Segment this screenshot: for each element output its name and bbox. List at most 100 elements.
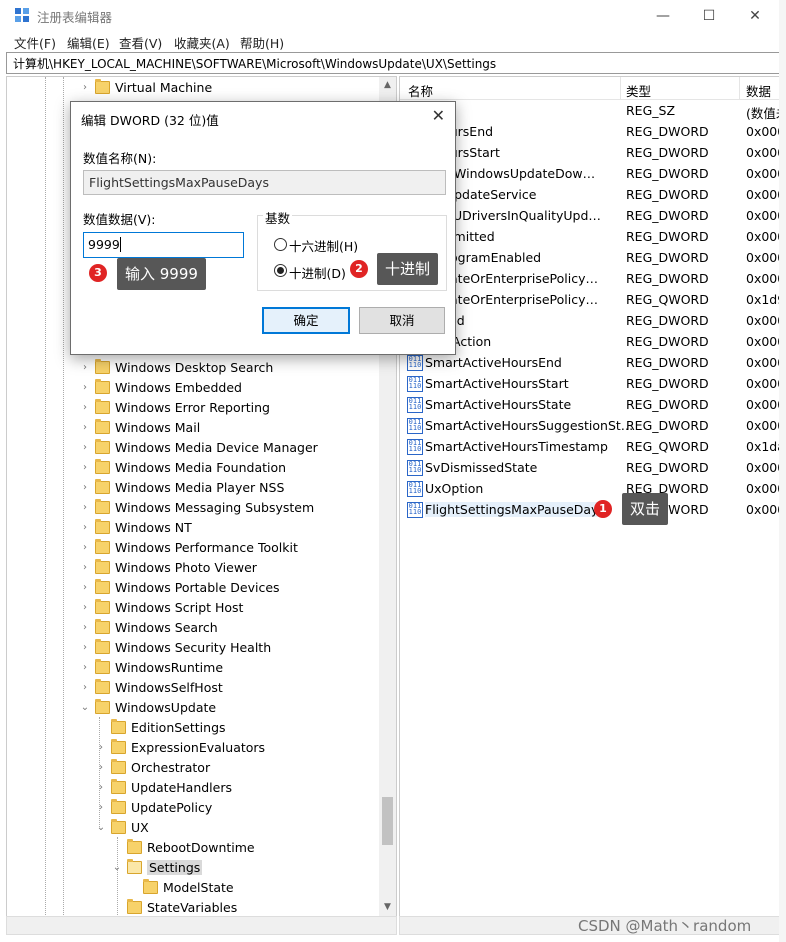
value-data-text[interactable]: 9999 <box>88 237 120 252</box>
tree-item[interactable]: ⌄ Settings <box>111 857 203 877</box>
tree-item-label[interactable]: Virtual Machine <box>115 80 212 95</box>
value-name[interactable]: SvDismissedState <box>425 460 537 475</box>
menu-file[interactable]: 文件(F) <box>14 33 56 52</box>
tree-item-label[interactable]: UpdatePolicy <box>131 800 212 815</box>
chevron-right-icon[interactable]: › <box>79 442 91 453</box>
chevron-right-icon[interactable]: › <box>79 422 91 433</box>
value-row[interactable]: 011 110 SmartActiveHoursTimestamp REG_QWOR… <box>400 436 779 457</box>
chevron-right-icon[interactable]: › <box>95 762 107 773</box>
chevron-right-icon[interactable]: › <box>79 402 91 413</box>
tree-item-label[interactable]: UX <box>131 820 149 835</box>
value-row[interactable]: 011 110SvDismissedState REG_DWORD 0x000 <box>400 457 779 478</box>
value-row[interactable]: 011 110AutoWindowsUpdateDow…REG_DWORD0x0… <box>400 163 779 184</box>
chevron-right-icon[interactable]: › <box>79 522 91 533</box>
tree-item[interactable]: StateVariables <box>111 897 237 917</box>
chevron-right-icon[interactable]: › <box>79 602 91 613</box>
tree-item-label[interactable]: Windows Messaging Subsystem <box>115 500 314 515</box>
tree-item[interactable]: › Orchestrator <box>95 757 210 777</box>
tree-item-label[interactable]: Windows Desktop Search <box>115 360 273 375</box>
value-name[interactable]: UxOption <box>425 481 483 496</box>
close-button[interactable]: ✕ <box>732 0 778 31</box>
value-data-input[interactable]: 9999 <box>83 232 244 258</box>
maximize-button[interactable]: ☐ <box>686 0 732 31</box>
menu-edit[interactable]: 编辑(E) <box>67 33 110 52</box>
tree-item-label[interactable]: WindowsUpdate <box>115 700 216 715</box>
tree-item[interactable]: ⌄ UX <box>95 817 149 837</box>
value-row[interactable]: 011 110SmartActiveHoursEnd REG_DWORD 0x000 <box>400 352 779 373</box>
chevron-right-icon[interactable]: › <box>79 582 91 593</box>
chevron-right-icon[interactable]: › <box>95 782 107 793</box>
tree-item-label[interactable]: Orchestrator <box>131 760 210 775</box>
tree-item-label[interactable]: Windows Media Foundation <box>115 460 286 475</box>
scroll-up-arrow-icon[interactable]: ▲ <box>379 77 396 93</box>
chevron-right-icon[interactable]: › <box>79 82 91 93</box>
value-row[interactable]: 011 110 SmartActiveHoursStart REG_DWORD 0x0… <box>400 373 779 394</box>
menu-help[interactable]: 帮助(H) <box>240 33 284 52</box>
chevron-right-icon[interactable]: › <box>79 462 91 473</box>
tree-item-label[interactable]: Windows Script Host <box>115 600 243 615</box>
tree-item[interactable]: ModelState <box>127 877 234 897</box>
tree-item[interactable]: EditionSettings <box>95 717 226 737</box>
tree-item-label[interactable]: Windows NT <box>115 520 192 535</box>
chevron-down-icon[interactable]: ⌄ <box>95 822 107 833</box>
chevron-right-icon[interactable]: › <box>79 362 91 373</box>
tree-item[interactable]: › WindowsSelfHost <box>79 677 223 697</box>
tree-item-label[interactable]: UpdateHandlers <box>131 780 232 795</box>
tree-item-label[interactable]: Windows Security Health <box>115 640 271 655</box>
value-name[interactable]: SmartActiveHoursEnd <box>425 355 562 370</box>
chevron-right-icon[interactable]: › <box>79 542 91 553</box>
value-row[interactable]: 011 110UpdateOrEnterprisePolicy…REG_QWOR… <box>400 289 779 310</box>
address-path[interactable]: 计算机\HKEY_LOCAL_MACHINE\SOFTWARE\Microsof… <box>13 55 496 72</box>
tree-item[interactable]: › Windows Error Reporting <box>79 397 270 417</box>
tree-item[interactable]: › Windows Performance Toolkit <box>79 537 298 557</box>
value-row[interactable]: 011 110eHoursEndREG_DWORD0x000 <box>400 121 779 142</box>
tree-item-label[interactable]: Windows Error Reporting <box>115 400 270 415</box>
hex-radio-label[interactable]: 十六进制(H) <box>289 236 358 255</box>
tree-item-label[interactable]: Windows Portable Devices <box>115 580 280 595</box>
value-name[interactable]: SmartActiveHoursStart <box>425 376 569 391</box>
chevron-right-icon[interactable]: › <box>79 682 91 693</box>
value-row[interactable]: 011 110pastActionREG_DWORD0x000 <box>400 331 779 352</box>
tree-item[interactable]: › Windows Media Foundation <box>79 457 286 477</box>
value-name[interactable]: FlightSettingsMaxPauseDays <box>425 502 605 517</box>
menu-view[interactable]: 查看(V) <box>119 33 162 52</box>
value-row[interactable]: 011 110CommittedREG_DWORD0x000 <box>400 226 779 247</box>
chevron-right-icon[interactable]: › <box>79 562 91 573</box>
scroll-down-arrow-icon[interactable]: ▼ <box>379 899 396 915</box>
menu-favorites[interactable]: 收藏夹(A) <box>174 33 230 52</box>
chevron-right-icon[interactable]: › <box>79 642 91 653</box>
value-row[interactable]: 011 110eHoursStartREG_DWORD0x000 <box>400 142 779 163</box>
tree-item[interactable]: › Windows Messaging Subsystem <box>79 497 314 517</box>
value-name[interactable]: SmartActiveHoursSuggestionSt… <box>425 418 633 433</box>
value-row[interactable]: abREG_SZ(数值未 <box>400 100 779 121</box>
tree-item-label[interactable]: Windows Performance Toolkit <box>115 540 298 555</box>
tree-item-label[interactable]: EditionSettings <box>131 720 226 735</box>
tree-item-label[interactable]: RebootDowntime <box>147 840 255 855</box>
value-row[interactable]: 011 110editedREG_DWORD0x000 <box>400 310 779 331</box>
decimal-radio-label[interactable]: 十进制(D) <box>289 263 346 282</box>
tree-item[interactable]: RebootDowntime <box>111 837 255 857</box>
value-row[interactable]: 011 110UpdateOrEnterprisePolicy…REG_DWOR… <box>400 268 779 289</box>
tree-item[interactable]: › Windows Security Health <box>79 637 271 657</box>
ok-button[interactable]: 确定 <box>262 307 350 334</box>
tree-item[interactable]: › WindowsRuntime <box>79 657 223 677</box>
tree-item-label[interactable]: ExpressionEvaluators <box>131 740 265 755</box>
tree-item[interactable]: › Windows Portable Devices <box>79 577 280 597</box>
tree-item-label[interactable]: Windows Media Player NSS <box>115 480 284 495</box>
tree-item[interactable]: › Virtual Machine <box>79 77 212 97</box>
tree-item[interactable]: › Windows NT <box>79 517 192 537</box>
value-name[interactable]: SmartActiveHoursTimestamp <box>425 439 608 454</box>
tree-item[interactable]: ⌄ WindowsUpdate <box>79 697 216 717</box>
tree-item[interactable]: › Windows Script Host <box>79 597 243 617</box>
chevron-right-icon[interactable]: › <box>79 382 91 393</box>
chevron-right-icon[interactable]: › <box>79 482 91 493</box>
tree-item-label[interactable]: Windows Mail <box>115 420 200 435</box>
tree-item-label[interactable]: WindowsRuntime <box>115 660 223 675</box>
chevron-right-icon[interactable]: › <box>95 742 107 753</box>
tree-item[interactable]: › UpdateHandlers <box>95 777 232 797</box>
values-list[interactable]: 名称 类型 数据 abREG_SZ(数值未011 110eHoursEndREG… <box>399 76 780 918</box>
value-row[interactable]: 011 110 SmartActiveHoursState REG_DWORD 0x0… <box>400 394 779 415</box>
tree-item-label[interactable]: Windows Photo Viewer <box>115 560 257 575</box>
tree-item-label[interactable]: WindowsSelfHost <box>115 680 223 695</box>
tree-horizontal-scrollbar[interactable] <box>6 916 397 935</box>
